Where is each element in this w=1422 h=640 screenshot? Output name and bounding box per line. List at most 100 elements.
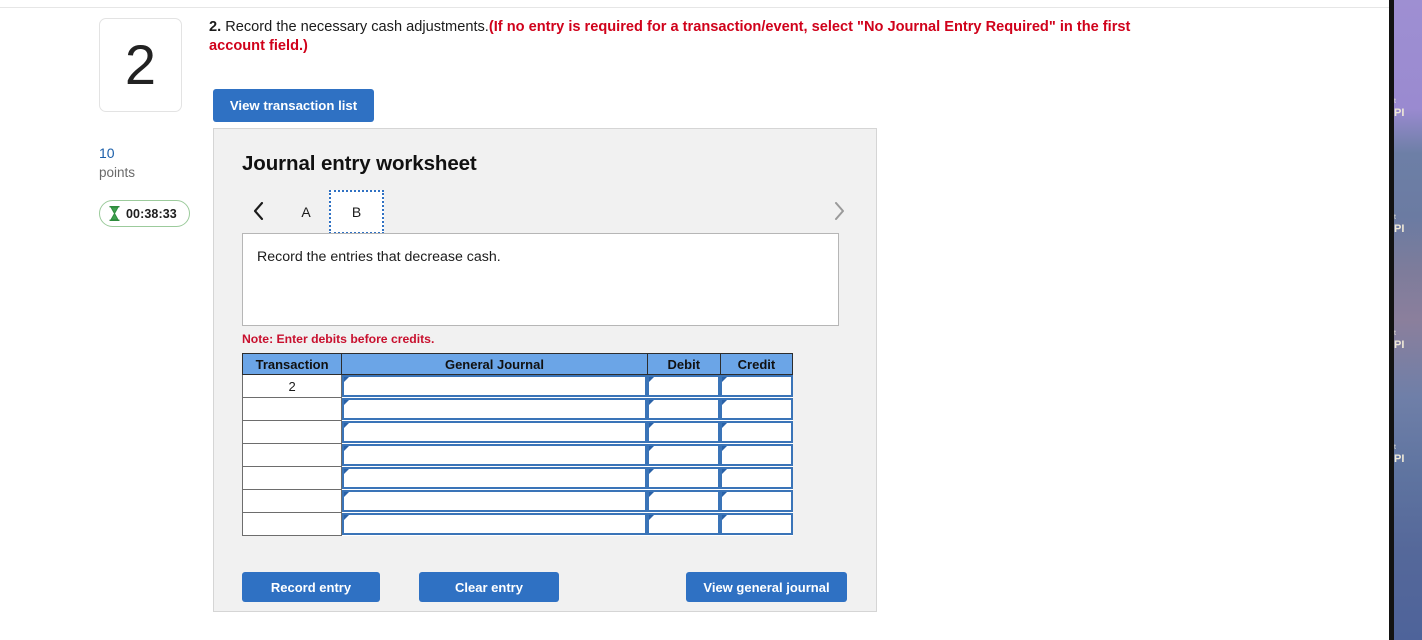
cell-credit[interactable]	[720, 443, 793, 467]
worksheet-tab-b[interactable]: B	[329, 190, 384, 234]
cell-transaction[interactable]	[241, 420, 343, 444]
debit-input[interactable]	[647, 444, 721, 466]
table-header-row: Transaction General Journal Debit Credit	[241, 353, 794, 375]
right-edge-item-sub: t	[1394, 330, 1396, 337]
credit-input[interactable]	[720, 375, 793, 398]
cell-credit[interactable]	[720, 420, 793, 444]
cell-credit[interactable]	[720, 489, 793, 513]
cell-credit[interactable]	[720, 374, 793, 398]
cell-marker-icon	[344, 377, 350, 383]
cell-debit[interactable]	[647, 466, 721, 490]
credit-input[interactable]	[720, 513, 793, 535]
debit-input[interactable]	[647, 513, 721, 535]
cell-credit[interactable]	[720, 512, 793, 536]
cell-debit[interactable]	[647, 512, 721, 536]
cell-debit[interactable]	[647, 443, 721, 467]
right-edge-item[interactable]: t PI	[1394, 444, 1422, 465]
chevron-right-icon[interactable]	[828, 196, 850, 226]
cell-debit[interactable]	[647, 420, 721, 444]
cell-marker-icon	[344, 400, 350, 405]
general-journal-input[interactable]	[342, 490, 648, 512]
right-edge-item-sub: t	[1394, 444, 1396, 451]
cell-transaction[interactable]	[241, 489, 343, 513]
column-header-transaction: Transaction	[241, 353, 343, 375]
right-edge-item[interactable]: t PI	[1394, 98, 1422, 119]
question-prompt-number: 2.	[209, 19, 222, 35]
cell-credit[interactable]	[720, 466, 793, 490]
general-journal-input[interactable]	[342, 444, 648, 466]
record-entry-button[interactable]: Record entry	[242, 572, 380, 602]
chevron-left-icon[interactable]	[247, 196, 269, 226]
table-row: 2	[241, 374, 793, 398]
top-divider	[0, 7, 1389, 8]
question-number-card: 2	[99, 18, 182, 112]
debit-input[interactable]	[647, 490, 721, 512]
cell-debit[interactable]	[647, 489, 721, 513]
worksheet-prompt-text: Record the entries that decrease cash.	[257, 249, 501, 265]
worksheet-tab-b-label: B	[351, 204, 362, 220]
general-journal-input[interactable]	[342, 467, 648, 489]
view-general-journal-button[interactable]: View general journal	[686, 572, 847, 602]
cell-general-journal[interactable]	[341, 443, 648, 467]
table-row	[241, 466, 793, 490]
cell-debit[interactable]	[647, 374, 721, 398]
cell-debit[interactable]	[647, 397, 721, 421]
question-number: 2	[124, 33, 157, 96]
points-block: 10 points	[99, 145, 209, 181]
general-journal-input[interactable]	[342, 375, 648, 398]
worksheet-tab-a[interactable]: A	[288, 190, 324, 234]
journal-entry-worksheet-panel: Journal entry worksheet A B Record the e…	[213, 128, 877, 612]
cell-marker-icon	[344, 469, 350, 474]
right-edge-item-label: PI	[1394, 452, 1405, 465]
cell-marker-icon	[649, 469, 655, 474]
cell-general-journal[interactable]	[341, 397, 648, 421]
cell-marker-icon	[649, 446, 655, 451]
cell-transaction[interactable]	[241, 512, 343, 536]
worksheet-tab-a-label: A	[301, 204, 311, 220]
credit-input[interactable]	[720, 490, 793, 512]
timer-value: 00:38:33	[126, 206, 177, 221]
cell-marker-icon	[722, 377, 728, 383]
debit-input[interactable]	[647, 375, 721, 398]
cell-transaction[interactable]	[241, 466, 343, 490]
general-journal-input[interactable]	[342, 421, 648, 443]
view-transaction-list-button[interactable]: View transaction list	[213, 89, 374, 122]
cell-general-journal[interactable]	[341, 466, 648, 490]
points-value: 10	[99, 145, 115, 161]
general-journal-input[interactable]	[342, 513, 648, 535]
right-edge-item[interactable]: t PI	[1394, 330, 1422, 351]
debit-input[interactable]	[647, 398, 721, 420]
points-label: points	[99, 164, 136, 180]
cell-credit[interactable]	[720, 397, 793, 421]
general-journal-input[interactable]	[342, 398, 648, 420]
cell-marker-icon	[344, 423, 350, 428]
credit-input[interactable]	[720, 444, 793, 466]
journal-entry-table: Transaction General Journal Debit Credit…	[241, 353, 794, 536]
right-edge-item[interactable]: t PI	[1394, 214, 1422, 235]
right-edge-item-sub: t	[1394, 214, 1396, 221]
worksheet-prompt-box: Record the entries that decrease cash.	[242, 233, 839, 326]
table-row	[241, 489, 793, 513]
debit-input[interactable]	[647, 421, 721, 443]
credit-input[interactable]	[720, 421, 793, 443]
cell-marker-icon	[649, 377, 655, 383]
credit-input[interactable]	[720, 398, 793, 420]
cell-general-journal[interactable]	[341, 420, 648, 444]
table-row	[241, 512, 793, 536]
column-header-general-journal: General Journal	[341, 353, 648, 375]
clear-entry-button[interactable]: Clear entry	[419, 572, 559, 602]
credit-input[interactable]	[720, 467, 793, 489]
cell-transaction[interactable]	[241, 397, 343, 421]
column-header-debit: Debit	[646, 353, 721, 375]
cell-general-journal[interactable]	[341, 512, 648, 536]
table-row	[241, 420, 793, 444]
cell-transaction[interactable]	[241, 443, 343, 467]
cell-marker-icon	[649, 515, 655, 520]
cell-general-journal[interactable]	[341, 489, 648, 513]
worksheet-tabs: A B	[242, 190, 850, 234]
debit-input[interactable]	[647, 467, 721, 489]
cell-marker-icon	[649, 400, 655, 405]
right-edge-item-label: PI	[1394, 106, 1405, 119]
cell-transaction[interactable]: 2	[241, 374, 343, 398]
cell-general-journal[interactable]	[341, 374, 648, 398]
